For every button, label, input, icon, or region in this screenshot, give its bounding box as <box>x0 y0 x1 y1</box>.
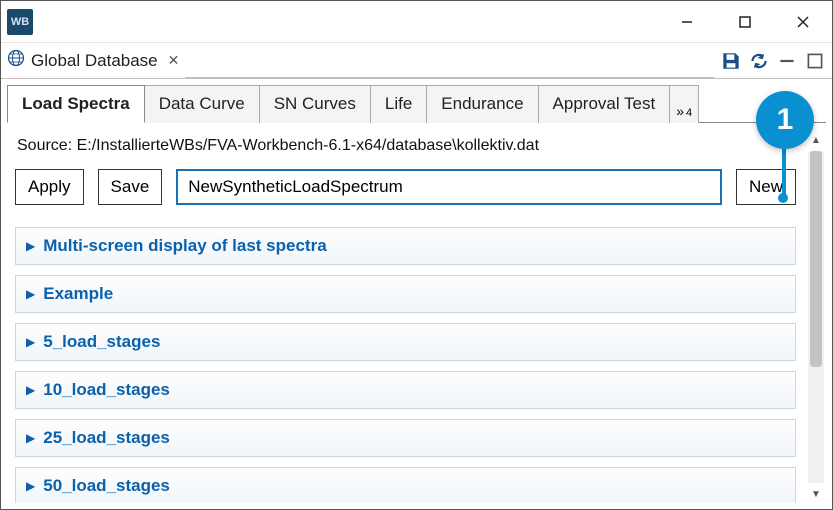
callout-badge: 1 <box>756 91 814 149</box>
save-icon[interactable] <box>720 50 742 72</box>
callout-connector <box>782 149 786 195</box>
tab-endurance[interactable]: Endurance <box>427 85 538 123</box>
scrollbar-track[interactable] <box>808 151 824 483</box>
apply-button[interactable]: Apply <box>15 169 84 205</box>
titlebar-left: WB <box>7 9 33 35</box>
tab-label: Approval Test <box>553 94 656 113</box>
titlebar: WB <box>1 1 832 43</box>
chevron-right-icon: » <box>676 103 684 119</box>
accordion-item[interactable]: ▶ 50_load_stages <box>15 467 796 503</box>
view-body: Load Spectra Data Curve SN Curves Life E… <box>1 79 832 509</box>
content: Source: E:/InstallierteWBs/FVA-Workbench… <box>7 129 806 503</box>
tab-overflow-count: 4 <box>686 107 692 119</box>
accordion-label: 10_load_stages <box>43 380 170 400</box>
minimize-button[interactable] <box>658 1 716 42</box>
accordion-item[interactable]: ▶ Example <box>15 275 796 313</box>
accordion-item[interactable]: ▶ 5_load_stages <box>15 323 796 361</box>
minimize-view-icon[interactable] <box>776 50 798 72</box>
content-scroll-area: Source: E:/InstallierteWBs/FVA-Workbench… <box>7 129 826 503</box>
save-button[interactable]: Save <box>98 169 163 205</box>
accordion-label: Multi-screen display of last spectra <box>43 236 326 256</box>
tab-approval-test[interactable]: Approval Test <box>539 85 671 123</box>
chevron-right-icon: ▶ <box>26 431 35 445</box>
refresh-icon[interactable] <box>748 50 770 72</box>
chevron-right-icon: ▶ <box>26 383 35 397</box>
view-title: Global Database <box>31 51 158 71</box>
view-header: Global Database ✕ <box>1 43 832 79</box>
callout-anchor-dot <box>778 193 788 203</box>
chevron-right-icon: ▶ <box>26 335 35 349</box>
tab-life[interactable]: Life <box>371 85 427 123</box>
accordion-label: 50_load_stages <box>43 476 170 496</box>
accordion-item[interactable]: ▶ Multi-screen display of last spectra <box>15 227 796 265</box>
tab-label: SN Curves <box>274 94 356 113</box>
application-window: WB Global Database ✕ <box>0 0 833 510</box>
chevron-right-icon: ▶ <box>26 239 35 253</box>
accordion-item[interactable]: ▶ 10_load_stages <box>15 371 796 409</box>
globe-icon <box>7 49 25 72</box>
app-icon: WB <box>7 9 33 35</box>
accordion-label: Example <box>43 284 113 304</box>
tab-label: Life <box>385 94 412 113</box>
vertical-scrollbar[interactable]: ▲ ▼ <box>806 129 826 503</box>
scrollbar-thumb[interactable] <box>810 151 822 367</box>
chevron-right-icon: ▶ <box>26 287 35 301</box>
scroll-down-arrow-icon[interactable]: ▼ <box>807 485 825 503</box>
accordion-item[interactable]: ▶ 25_load_stages <box>15 419 796 457</box>
view-toolbar <box>720 50 826 72</box>
tabstrip: Load Spectra Data Curve SN Curves Life E… <box>7 85 826 123</box>
accordion-label: 25_load_stages <box>43 428 170 448</box>
view-close-icon[interactable]: ✕ <box>164 52 180 69</box>
tab-label: Data Curve <box>159 94 245 113</box>
accordion-label: 5_load_stages <box>43 332 160 352</box>
maximize-button[interactable] <box>716 1 774 42</box>
maximize-view-icon[interactable] <box>804 50 826 72</box>
window-controls <box>658 1 832 42</box>
spectrum-name-input[interactable] <box>176 169 722 205</box>
view-header-spacer <box>185 43 714 78</box>
tab-label: Endurance <box>441 94 523 113</box>
tab-data-curve[interactable]: Data Curve <box>145 85 260 123</box>
source-path-label: Source: E:/InstallierteWBs/FVA-Workbench… <box>17 137 796 155</box>
view-tab[interactable]: Global Database ✕ <box>7 49 179 72</box>
tab-overflow-button[interactable]: »4 <box>670 85 699 123</box>
tab-load-spectra[interactable]: Load Spectra <box>7 85 145 123</box>
close-button[interactable] <box>774 1 832 42</box>
tab-label: Load Spectra <box>22 94 130 113</box>
action-row: Apply Save New <box>15 169 796 205</box>
chevron-right-icon: ▶ <box>26 479 35 493</box>
tab-sn-curves[interactable]: SN Curves <box>260 85 371 123</box>
